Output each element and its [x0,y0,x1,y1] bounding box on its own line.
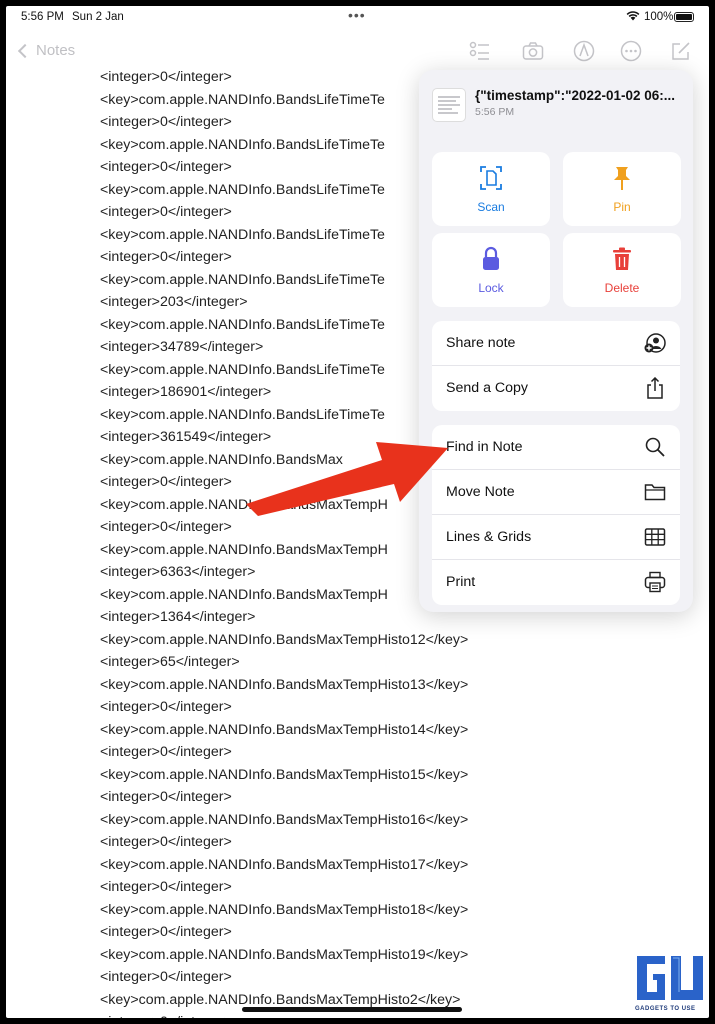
lock-button[interactable]: Lock [432,233,550,307]
share-group: Share note Send a Copy [432,321,680,411]
note-line: <key>com.apple.NANDInfo.BandsMaxTempHist… [100,811,469,828]
watermark-text: GADGETS TO USE [635,1006,696,1012]
note-line: <integer>0</integer> [100,924,232,940]
note-line: <integer>0</integer> [100,114,232,130]
back-button-label: Notes [36,42,76,59]
battery-icon [674,12,694,22]
note-line: <integer>0</integer> [100,699,232,715]
watermark-logo: GADGETS TO USE [633,952,709,1018]
find-in-note-label: Find in Note [446,439,523,455]
more-options-icon[interactable] [620,40,642,62]
note-line: <key>com.apple.NANDInfo.BandsMaxTempH [100,586,388,603]
checklist-icon[interactable] [469,40,491,62]
status-bar: 5:56 PM Sun 2 Jan ••• 100% [6,6,709,28]
note-line: <integer>0</integer> [100,834,232,850]
find-in-note-item[interactable]: Find in Note [432,425,680,470]
trash-icon [613,247,631,270]
annotation-arrow-icon [246,442,448,516]
note-line: <integer>65</integer> [100,654,240,670]
move-note-label: Move Note [446,484,515,500]
pin-label: Pin [613,200,631,214]
note-line: <key>com.apple.NANDInfo.BandsMaxTempHist… [100,856,469,873]
send-copy-item[interactable]: Send a Copy [432,366,680,411]
note-summary: {"timestamp":"2022-01-02 06:... 5:56 PM [419,70,693,138]
scan-document-icon [480,166,502,190]
note-line: <key>com.apple.NANDInfo.BandsMaxTempHist… [100,901,469,918]
battery-percentage: 100% [644,11,674,23]
note-line: <key>com.apple.NANDInfo.BandsLifeTimeTe [100,316,385,333]
note-line: <key>com.apple.NANDInfo.BandsLifeTimeTe [100,91,385,108]
note-title: {"timestamp":"2022-01-02 06:... [475,88,676,103]
note-line: <key>com.apple.NANDInfo.BandsMaxTempHist… [100,721,469,738]
send-copy-label: Send a Copy [446,380,529,396]
lines-grids-item[interactable]: Lines & Grids [432,515,680,560]
note-line: <key>com.apple.NANDInfo.BandsLifeTimeTe [100,361,385,378]
note-line: <integer>0</integer> [100,879,232,895]
note-line: <key>com.apple.NANDInfo.BandsLifeTimeTe [100,226,385,243]
scan-label: Scan [477,200,505,214]
note-options-menu: {"timestamp":"2022-01-02 06:... 5:56 PM … [419,70,693,612]
note-line: <key>com.apple.NANDInfo.BandsMaxTempHist… [100,766,469,783]
note-line: <integer>0</integer> [100,519,232,535]
print-item[interactable]: Print [432,560,680,605]
note-line: <integer>1364</integer> [100,609,256,625]
note-line: <integer>0</integer> [100,1011,468,1018]
grid-icon [644,528,666,546]
wifi-icon [626,11,640,21]
note-line: <integer>0</integer> [100,249,232,265]
note-line: <integer>0</integer> [100,159,232,175]
share-note-label: Share note [446,335,516,351]
note-line: <key>com.apple.NANDInfo.BandsMaxTempHist… [100,946,469,963]
note-line: <key>com.apple.NANDInfo.BandsLifeTimeTe [100,136,385,153]
compose-icon[interactable] [670,40,692,62]
move-note-item[interactable]: Move Note [432,470,680,515]
note-line: <integer>186901</integer> [100,384,272,400]
note-time: 5:56 PM [475,106,515,118]
lock-label: Lock [478,281,504,295]
pin-button[interactable]: Pin [563,152,681,226]
note-line: <integer>203</integer> [100,294,248,310]
back-button[interactable]: Notes [17,42,76,59]
camera-icon[interactable] [522,40,544,62]
lines-grids-label: Lines & Grids [446,529,532,545]
status-time: 5:56 PM [21,11,64,23]
home-indicator[interactable] [242,1007,462,1012]
note-line: <key>com.apple.NANDInfo.BandsMaxTempHist… [100,631,469,648]
note-line: <integer>0</integer> [100,969,232,985]
note-line: <integer>0</integer> [100,744,232,760]
note-line: <key>com.apple.NANDInfo.BandsLifeTimeTe [100,271,385,288]
tools-group: Find in Note Move Note Lines & Grids Pri… [432,425,680,605]
person-add-icon [644,333,666,353]
note-line: <integer>34789</integer> [100,339,264,355]
share-icon [647,377,663,399]
note-line: <key>com.apple.NANDInfo.BandsLifeTimeTe [100,181,385,198]
gadgets-to-use-logo-icon [633,952,709,1004]
chevron-left-icon [17,43,33,58]
delete-label: Delete [604,281,640,295]
status-date: Sun 2 Jan [72,11,124,23]
nav-bar: Notes [6,28,709,68]
delete-button[interactable]: Delete [563,233,681,307]
magnifier-icon [645,437,665,457]
note-line: <integer>0</integer> [100,69,232,85]
note-body[interactable]: <integer>0</integer> <key>com.apple.NANDI… [100,66,468,1018]
multitasking-dots-icon[interactable]: ••• [348,7,366,23]
pin-icon [614,167,630,190]
note-line: <key>com.apple.NANDInfo.BandsMaxTempHist… [100,676,469,693]
printer-icon [644,571,666,593]
ipad-screen: 5:56 PM Sun 2 Jan ••• 100% Notes <intege… [6,6,709,1018]
markup-pen-icon[interactable] [573,40,595,62]
note-line: <integer>0</integer> [100,789,232,805]
share-note-item[interactable]: Share note [432,321,680,366]
note-line: <integer>6363</integer> [100,564,256,580]
lock-icon [483,246,499,270]
note-line: <key>com.apple.NANDInfo.BandsMaxTempH [100,541,388,558]
note-thumbnail [432,88,466,122]
folder-icon [644,484,666,501]
note-line: <integer>0</integer> [100,204,232,220]
scan-button[interactable]: Scan [432,152,550,226]
print-label: Print [446,574,476,590]
